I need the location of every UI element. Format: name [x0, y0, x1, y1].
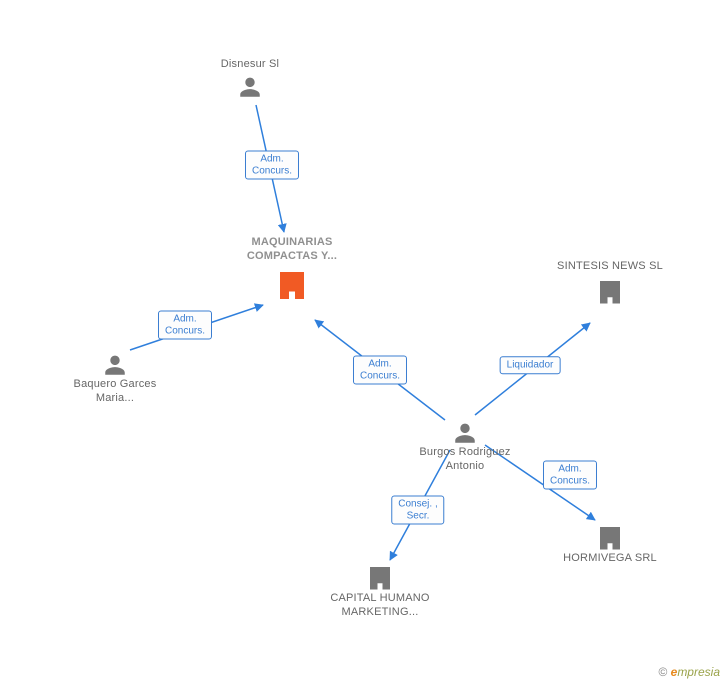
- node-label: CAPITAL HUMANO MARKETING...: [320, 592, 440, 620]
- copyright: © empresia: [658, 665, 720, 679]
- edge-label-burgos-hormivega[interactable]: Adm. Concurs.: [543, 461, 597, 490]
- node-baquero[interactable]: Baquero Garces Maria...: [55, 350, 175, 406]
- person-icon: [102, 352, 128, 378]
- node-label: Disnesur Sl: [190, 58, 310, 72]
- node-hormivega[interactable]: HORMIVEGA SRL: [550, 520, 670, 566]
- building-icon: [274, 266, 310, 302]
- edge-label-disnesur-maquinarias[interactable]: Adm. Concurs.: [245, 151, 299, 180]
- node-label: SINTESIS NEWS SL: [550, 260, 670, 274]
- node-burgos[interactable]: Burgos Rodriguez Antonio: [405, 418, 525, 474]
- building-icon: [365, 562, 395, 592]
- node-label: HORMIVEGA SRL: [550, 552, 670, 566]
- node-maquinarias[interactable]: MAQUINARIAS COMPACTAS Y...: [232, 236, 352, 302]
- node-capital[interactable]: CAPITAL HUMANO MARKETING...: [320, 560, 440, 620]
- building-icon: [595, 276, 625, 306]
- node-sintesis[interactable]: SINTESIS NEWS SL: [550, 260, 670, 306]
- edge-label-burgos-capital[interactable]: Consej. , Secr.: [391, 496, 444, 525]
- building-icon: [595, 522, 625, 552]
- edge-label-baquero-maquinarias[interactable]: Adm. Concurs.: [158, 311, 212, 340]
- person-icon: [452, 420, 478, 446]
- node-label: Burgos Rodriguez Antonio: [405, 446, 525, 474]
- copyright-symbol: ©: [658, 665, 667, 679]
- node-label: Baquero Garces Maria...: [55, 378, 175, 406]
- node-label: MAQUINARIAS COMPACTAS Y...: [232, 236, 352, 264]
- edge-label-burgos-maquinarias[interactable]: Adm. Concurs.: [353, 356, 407, 385]
- person-icon: [237, 74, 263, 100]
- edge-label-burgos-sintesis[interactable]: Liquidador: [500, 356, 561, 374]
- diagram-canvas: Adm. Concurs. Adm. Concurs. Adm. Concurs…: [0, 0, 728, 685]
- node-disnesur[interactable]: Disnesur Sl: [190, 58, 310, 100]
- brand-rest: mpresia: [677, 665, 720, 679]
